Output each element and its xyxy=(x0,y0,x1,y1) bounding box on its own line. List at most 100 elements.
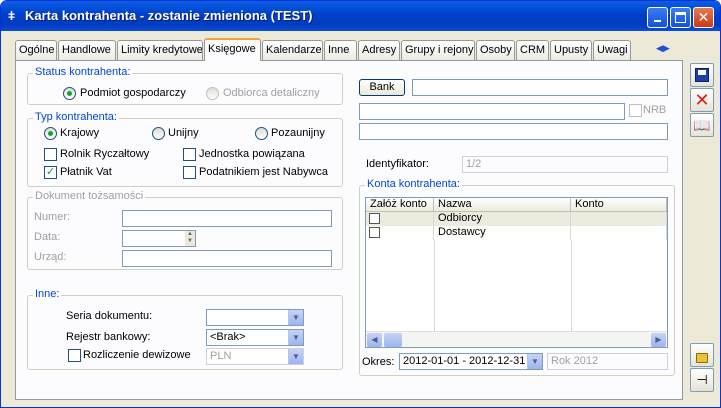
row-checkbox-cell[interactable] xyxy=(366,226,434,240)
tab-scroll[interactable]: ◀▶ xyxy=(656,43,670,54)
checkbox-rolnik-ryczaltowy[interactable] xyxy=(44,148,57,161)
table-row[interactable]: Odbiorcy xyxy=(366,212,667,226)
checkbox-podatnik-nabywca[interactable] xyxy=(183,166,196,179)
tab-grupy-i-rejony[interactable]: Grupy i rejony xyxy=(401,40,475,60)
cancel-button[interactable]: ✕ xyxy=(690,88,714,112)
tab-kalendarze[interactable]: Kalendarze xyxy=(262,40,323,60)
waluta-value: PLN xyxy=(210,350,232,362)
checkbox-nrb[interactable] xyxy=(629,104,642,117)
label-krajowy: Krajowy xyxy=(60,127,100,139)
radio-unijny[interactable] xyxy=(152,127,165,140)
checkbox-platnik-vat[interactable]: ✓ xyxy=(44,166,57,179)
pin-button[interactable]: ⊣ xyxy=(690,368,714,392)
tab-label: Limity kredytowe xyxy=(121,44,203,56)
label-urzad: Urząd: xyxy=(34,251,67,263)
title-bar[interactable]: ǂ Karta kontrahenta - zostanie zmieniona… xyxy=(1,1,720,31)
scroll-left-icon[interactable]: ◀ xyxy=(367,333,382,347)
tab-ksiegowe[interactable]: Księgowe xyxy=(204,38,261,61)
header-label: Konto xyxy=(575,198,604,210)
data-input[interactable]: ▲ ▼ xyxy=(122,230,196,247)
tab-uwagi[interactable]: Uwagi xyxy=(593,40,631,60)
dokument-group: Dokument tożsamości Numer: Data: ▲ ▼ Urzą… xyxy=(27,190,343,270)
chevron-down-icon[interactable]: ▼ xyxy=(288,349,303,364)
chevron-down-icon[interactable]: ▼ xyxy=(288,310,303,325)
ksiegowe-panel: Status kontrahenta: Podmiot gospodarczy … xyxy=(15,60,683,400)
save-button[interactable] xyxy=(690,63,714,87)
chevron-down-icon[interactable]: ▼ xyxy=(288,330,303,345)
column-header-konto[interactable]: Konto xyxy=(571,198,667,212)
open-book-icon: 📖 xyxy=(693,117,711,133)
floppy-disk-icon xyxy=(695,68,709,82)
lock-button[interactable] xyxy=(690,343,714,367)
checkbox-rozliczenie-dewizowe[interactable] xyxy=(68,349,81,362)
tab-label: Ogólne xyxy=(19,44,55,56)
checkbox-zaloz-konto[interactable] xyxy=(369,227,380,238)
minimize-icon xyxy=(654,20,661,22)
tab-handlowe[interactable]: Handlowe xyxy=(58,40,116,60)
label-identyfikator: Identyfikator: xyxy=(366,158,429,170)
waluta-select[interactable]: PLN ▼ xyxy=(206,348,304,365)
tab-label: Kalendarze xyxy=(266,44,322,56)
rejestr-bankowy-select[interactable]: <Brak> ▼ xyxy=(206,329,304,346)
arrow-right-icon[interactable]: ▶ xyxy=(663,43,670,53)
radio-krajowy[interactable] xyxy=(44,127,57,140)
maximize-button[interactable] xyxy=(670,7,691,28)
urzad-input[interactable] xyxy=(122,250,332,267)
seria-dokumentu-select[interactable]: ▼ xyxy=(206,309,304,326)
radio-odbiorca-detaliczny[interactable] xyxy=(206,87,219,100)
minimize-button[interactable] xyxy=(647,7,668,28)
scroll-right-icon[interactable]: ▶ xyxy=(651,333,666,347)
label-pozaunijny: Pozaunijny xyxy=(271,127,325,139)
rok-input[interactable]: Rok 2012 xyxy=(547,353,668,370)
tab-label: Upusty xyxy=(554,44,589,56)
tab-ogolne[interactable]: Ogólne xyxy=(15,40,57,60)
maximize-icon xyxy=(675,12,686,23)
arrow-left-icon[interactable]: ◀ xyxy=(656,43,663,53)
row-konto xyxy=(571,212,667,226)
tab-label: CRM xyxy=(520,44,546,56)
date-spinner[interactable]: ▲ ▼ xyxy=(185,231,195,246)
row-checkbox-cell[interactable] xyxy=(366,212,434,226)
table-row[interactable]: Dostawcy xyxy=(366,226,667,240)
bank-address-input[interactable] xyxy=(359,123,668,140)
radio-podmiot-gospodarczy[interactable] xyxy=(63,87,76,100)
status-group-title: Status kontrahenta: xyxy=(33,66,133,78)
typ-group: Typ kontrahenta: Krajowy Unijny Pozaunij… xyxy=(27,111,343,187)
checkbox-zaloz-konto[interactable] xyxy=(369,213,380,224)
tab-upusty[interactable]: Upusty xyxy=(550,40,592,60)
column-divider xyxy=(434,240,435,331)
chevron-down-icon[interactable]: ▼ xyxy=(527,354,542,369)
inne-group: Inne: Seria dokumentu: ▼ Rejestr bankowy… xyxy=(27,288,343,370)
label-data: Data: xyxy=(34,231,61,243)
label-jednostka-powiazana: Jednostka powiązana xyxy=(199,148,305,160)
identyfikator-input[interactable]: 1/2 xyxy=(462,156,668,173)
pin-icon: ⊣ xyxy=(696,372,708,387)
close-button[interactable]: ✕ xyxy=(693,7,714,28)
tab-label: Uwagi xyxy=(597,44,628,56)
tab-osoby[interactable]: Osoby xyxy=(476,40,515,60)
column-header-nazwa[interactable]: Nazwa xyxy=(434,198,571,212)
scroll-thumb[interactable] xyxy=(384,333,402,347)
book-button[interactable]: 📖 xyxy=(690,113,714,137)
tab-label: Księgowe xyxy=(208,43,256,55)
bank-button[interactable]: Bank xyxy=(359,79,405,96)
column-divider xyxy=(571,240,572,331)
numer-input[interactable] xyxy=(122,210,332,227)
tab-inne[interactable]: Inne xyxy=(324,40,357,60)
okres-select[interactable]: 2012-01-01 - 2012-12-31 ▼ xyxy=(399,353,543,370)
bank-name-input[interactable] xyxy=(412,79,668,96)
label-seria-dokumentu: Seria dokumentu: xyxy=(66,310,153,322)
typ-group-title: Typ kontrahenta: xyxy=(33,111,119,123)
label-podmiot-gospodarczy: Podmiot gospodarczy xyxy=(80,87,186,99)
account-number-input[interactable] xyxy=(359,103,625,120)
column-header-zaloz-konto[interactable]: Załóż konto xyxy=(366,198,434,212)
tab-limity-kredytowe[interactable]: Limity kredytowe xyxy=(117,40,203,60)
header-label: Nazwa xyxy=(438,198,472,210)
horizontal-scrollbar[interactable]: ◀ ▶ xyxy=(366,331,667,347)
checkbox-jednostka-powiazana[interactable] xyxy=(183,148,196,161)
tab-adresy[interactable]: Adresy xyxy=(358,40,400,60)
label-rolnik-ryczaltowy: Rolnik Ryczałtowy xyxy=(60,148,150,160)
tab-crm[interactable]: CRM xyxy=(516,40,549,60)
radio-pozaunijny[interactable] xyxy=(255,127,268,140)
header-label: Załóż konto xyxy=(370,198,427,210)
